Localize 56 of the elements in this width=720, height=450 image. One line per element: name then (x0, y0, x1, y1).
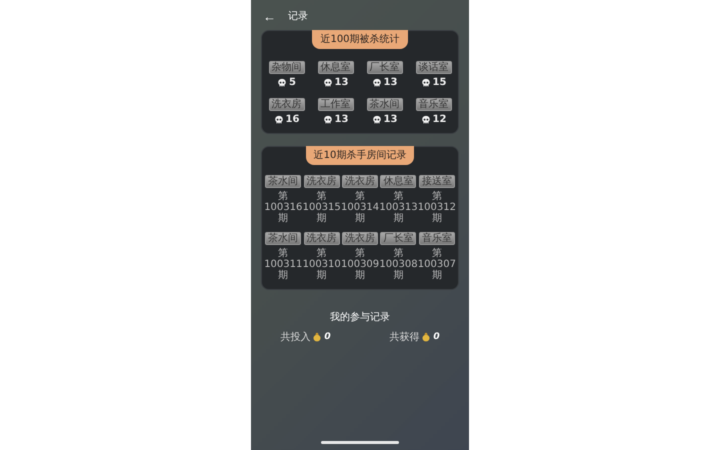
room-label: 音乐室 (416, 98, 452, 111)
kill-count: 13 (384, 114, 398, 125)
room-label: 茶水间 (265, 232, 302, 245)
period-number: 第100312期 (418, 191, 456, 224)
room-label: 厂长室 (380, 232, 416, 245)
page-title: 记录 (288, 10, 308, 23)
skull-icon (420, 78, 431, 88)
room-label: 洗衣房 (342, 232, 378, 245)
coin-bag-icon (312, 332, 322, 342)
period-number: 第100309期 (340, 248, 379, 281)
kill-count: 15 (432, 77, 446, 88)
room-label: 休息室 (380, 175, 416, 188)
room-label: 茶水间 (366, 98, 402, 111)
skull-icon (322, 114, 333, 124)
room-label: 洗衣房 (342, 175, 378, 188)
room-label: 接送室 (418, 175, 455, 188)
skull-icon (322, 78, 333, 88)
kill-count: 13 (334, 77, 348, 88)
period-number: 第100311期 (264, 248, 302, 281)
kill-count: 16 (286, 114, 300, 125)
period-number: 第100307期 (418, 248, 456, 281)
room-label: 休息室 (318, 61, 354, 74)
invested-label: 共投入 (280, 330, 310, 344)
period-number: 第100314期 (340, 191, 379, 224)
card-title: 近10期杀手房间记录 (306, 146, 414, 165)
room-label: 音乐室 (418, 232, 455, 245)
room-label: 洗衣房 (304, 232, 340, 245)
skull-icon (277, 78, 288, 88)
room-label: 杂物间 (268, 61, 304, 74)
skull-icon (372, 114, 382, 124)
kill-count: 12 (432, 114, 446, 125)
skull-icon (372, 78, 382, 88)
period-number: 第100313期 (379, 191, 418, 224)
won-label: 共获得 (389, 330, 420, 344)
invested-value: 0 (324, 332, 331, 342)
kill-count: 13 (334, 114, 348, 125)
kill-count: 13 (384, 77, 398, 88)
section-title: 我的参与记录 (330, 310, 390, 324)
room-label: 厂长室 (366, 61, 402, 74)
period-number: 第100308期 (379, 248, 418, 281)
period-number: 第100315期 (302, 191, 341, 224)
room-label: 谈话室 (416, 61, 452, 74)
room-label: 洗衣房 (304, 175, 340, 188)
period-number: 第100310期 (302, 248, 341, 281)
room-label: 茶水间 (265, 175, 302, 188)
home-indicator[interactable] (321, 441, 399, 444)
kill-count: 5 (289, 77, 296, 88)
won-value: 0 (433, 332, 440, 342)
coin-bag-icon (421, 332, 432, 342)
card-title: 近100期被杀统计 (312, 30, 408, 49)
skull-icon (274, 114, 284, 124)
room-label: 洗衣房 (268, 98, 304, 111)
room-label: 工作室 (318, 98, 354, 111)
back-button[interactable]: ← (259, 8, 280, 24)
period-number: 第100316期 (264, 191, 302, 224)
skull-icon (420, 114, 431, 124)
